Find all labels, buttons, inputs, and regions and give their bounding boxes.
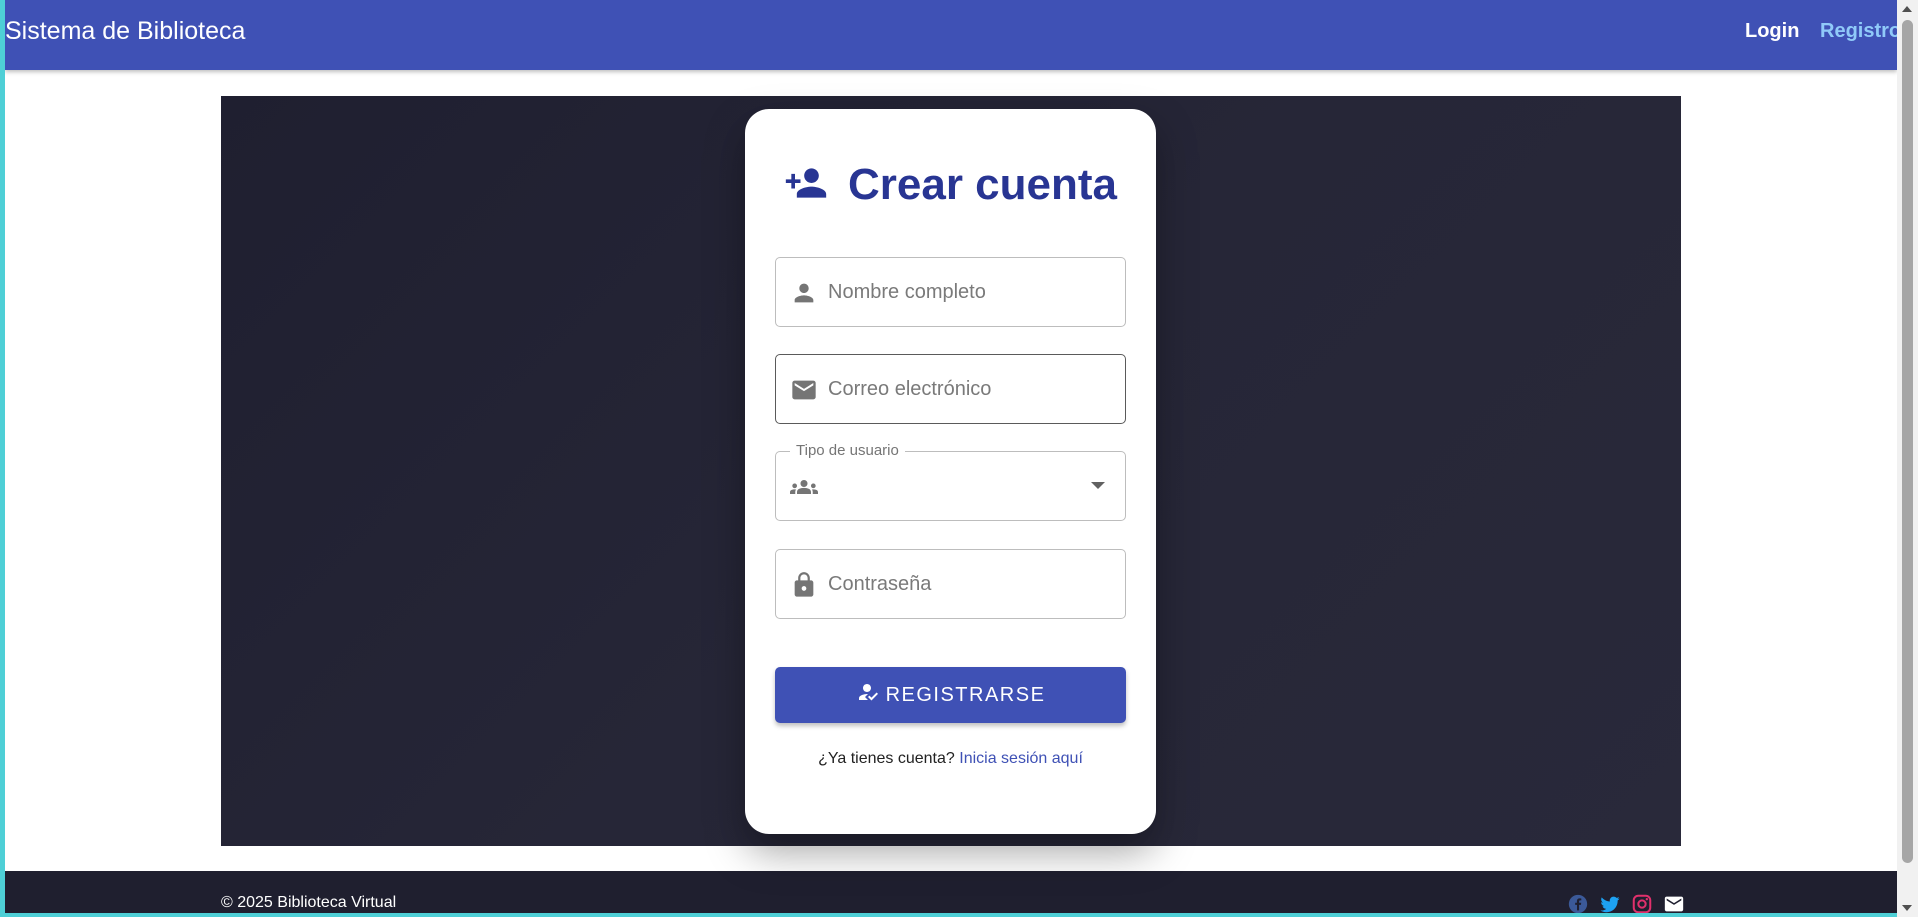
twitter-icon[interactable] [1599, 893, 1621, 913]
dropdown-arrow-icon[interactable] [1091, 482, 1105, 489]
scroll-up-arrow-icon[interactable] [1902, 6, 1912, 12]
user-type-select[interactable]: Tipo de usuario [775, 442, 1126, 521]
lock-icon [790, 571, 818, 599]
password-input[interactable] [828, 550, 1118, 618]
register-button[interactable]: REGISTRARSE [775, 667, 1126, 723]
name-field[interactable] [775, 257, 1126, 327]
password-field[interactable] [775, 549, 1126, 619]
instagram-icon[interactable] [1631, 893, 1653, 913]
nav-register-link[interactable]: Registro [1820, 20, 1897, 43]
scrollbar-thumb[interactable] [1902, 20, 1913, 863]
mail-icon [790, 376, 818, 404]
footer: © 2025 Biblioteca Virtual [5, 871, 1897, 913]
email-input[interactable] [828, 355, 1118, 423]
scroll-down-arrow-icon[interactable] [1902, 905, 1912, 911]
brand-title: Sistema de Biblioteca [5, 17, 246, 45]
person-add-icon [784, 161, 828, 210]
browser-viewport: Sistema de Biblioteca Login Registro Cre… [5, 0, 1897, 913]
nav-login-link[interactable]: Login [1745, 20, 1799, 43]
login-prompt: ¿Ya tienes cuenta? Inicia sesión aquí [745, 750, 1156, 768]
person-icon [790, 279, 818, 307]
footer-copyright: © 2025 Biblioteca Virtual [221, 894, 397, 911]
facebook-icon[interactable] [1567, 893, 1589, 913]
card-header: Crear cuenta [745, 157, 1156, 213]
register-button-label: REGISTRARSE [885, 683, 1046, 706]
page-title: Crear cuenta [847, 160, 1117, 209]
name-input[interactable] [828, 258, 1118, 326]
mail-icon[interactable] [1663, 893, 1685, 913]
group-icon [790, 473, 818, 501]
user-type-label: Tipo de usuario [790, 442, 905, 459]
login-link[interactable]: Inicia sesión aquí [959, 750, 1083, 767]
how-to-reg-icon [856, 680, 880, 710]
email-field[interactable] [775, 354, 1126, 424]
vertical-scrollbar[interactable] [1897, 0, 1918, 917]
app-bar: Sistema de Biblioteca Login Registro [5, 0, 1897, 70]
register-card: Crear cuenta Tipo de usuario [745, 109, 1156, 834]
login-prompt-text: ¿Ya tienes cuenta? [818, 750, 955, 767]
